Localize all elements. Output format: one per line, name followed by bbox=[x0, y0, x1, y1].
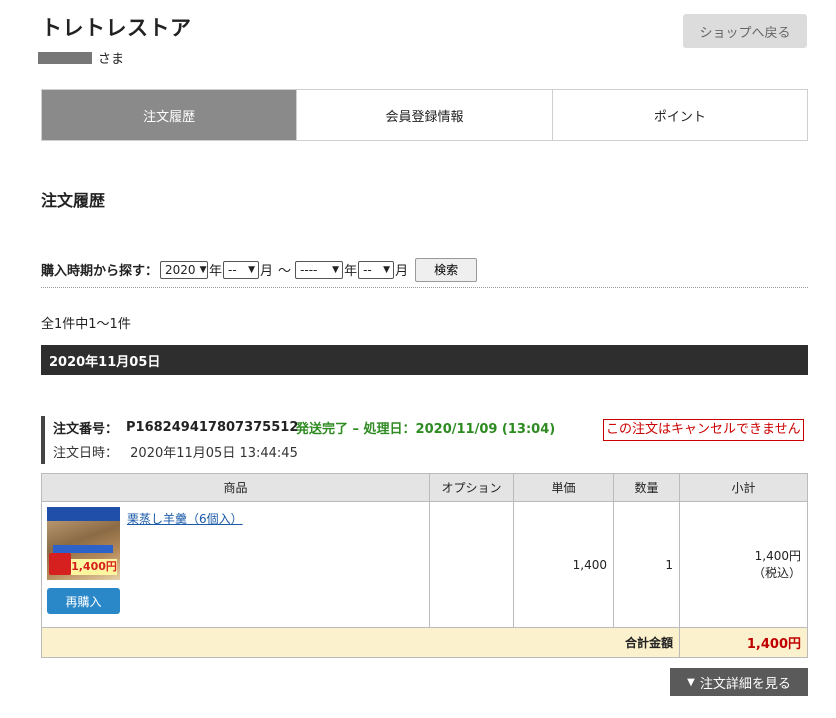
search-button[interactable]: 検索 bbox=[415, 257, 478, 282]
user-greeting: さま bbox=[38, 48, 124, 67]
triangle-down-icon: ▼ bbox=[687, 676, 695, 688]
thumbnail-banner bbox=[47, 507, 120, 521]
order-detail-button[interactable]: ▼ 注文詳細を見る bbox=[670, 668, 808, 696]
table-header-row: 商品 オプション 単価 数量 小計 bbox=[41, 473, 808, 502]
shipping-status: 発送完了 – 処理日：2020/11/09 (13:04) bbox=[296, 422, 556, 437]
tax-note: （税込） bbox=[752, 565, 801, 580]
rebuy-button[interactable]: 再購入 bbox=[47, 588, 120, 614]
month-to-value: -- bbox=[363, 262, 372, 277]
year-to-select[interactable]: ---- ▼ bbox=[295, 260, 344, 279]
header-qty: 数量 bbox=[613, 473, 680, 502]
month-to-select[interactable]: -- ▼ bbox=[358, 260, 395, 279]
year-from-select[interactable]: 2020 ▼ bbox=[160, 260, 209, 279]
year-unit: 年 bbox=[209, 264, 223, 279]
mypage-tabs: 注文履歴 会員登録情報 ポイント bbox=[41, 89, 808, 141]
product-name-link[interactable]: 栗蒸し羊羹（6個入） bbox=[127, 510, 243, 527]
month-unit: 月 bbox=[260, 264, 274, 279]
year-to-value: ---- bbox=[300, 262, 318, 277]
masked-username bbox=[38, 51, 92, 64]
year-from-value: 2020 bbox=[165, 262, 196, 277]
header-option: オプション bbox=[429, 473, 514, 502]
quantity-cell: 1 bbox=[613, 501, 680, 628]
order-header: 注文番号： P168249417807375512 注文日時： 2020年11月… bbox=[41, 416, 298, 464]
unit-price-cell: 1,400 bbox=[513, 501, 614, 628]
user-suffix: さま bbox=[98, 52, 125, 67]
year-unit: 年 bbox=[344, 264, 358, 279]
order-date-header: 2020年11月05日 bbox=[41, 345, 808, 375]
option-cell bbox=[429, 501, 514, 628]
order-items-table: 商品 オプション 単価 数量 小計 1,400円 栗蒸し羊羹（6個入） 再購入 … bbox=[41, 473, 808, 658]
order-number-label: 注文番号： bbox=[53, 421, 119, 437]
month-unit: 月 bbox=[395, 264, 409, 279]
product-cell: 1,400円 栗蒸し羊羹（6個入） 再購入 bbox=[41, 501, 430, 628]
subtotal-cell: 1,400円 （税込） bbox=[679, 501, 808, 628]
chevron-down-icon: ▼ bbox=[248, 264, 256, 275]
tab-points[interactable]: ポイント bbox=[551, 90, 807, 140]
order-date-label: 注文日時： bbox=[53, 446, 119, 461]
chevron-down-icon: ▼ bbox=[383, 264, 391, 275]
range-tilde: ～ bbox=[278, 264, 292, 279]
cancel-unavailable-note: この注文はキャンセルできません bbox=[603, 419, 804, 441]
total-value: 1,400円 bbox=[679, 627, 808, 658]
shop-title: トレトレストア bbox=[41, 16, 192, 40]
thumbnail-badge bbox=[49, 553, 71, 575]
order-detail-label: 注文詳細を見る bbox=[699, 676, 791, 692]
tab-member-info[interactable]: 会員登録情報 bbox=[296, 90, 552, 140]
order-number: P168249417807375512 bbox=[126, 419, 299, 435]
chevron-down-icon: ▼ bbox=[199, 264, 207, 275]
thumbnail-ribbon bbox=[53, 545, 113, 553]
month-from-value: -- bbox=[228, 262, 237, 277]
thumbnail-price: 1,400円 bbox=[71, 559, 117, 575]
header-price: 単価 bbox=[513, 473, 614, 502]
period-search: 購入時期から探す： 2020 ▼ 年 -- ▼ 月 ～ ---- ▼ 年 -- ▼ 月 … bbox=[41, 256, 808, 288]
search-label: 購入時期から探す： bbox=[41, 264, 159, 279]
chevron-down-icon: ▼ bbox=[332, 264, 340, 275]
page-title: 注文履歴 bbox=[41, 191, 106, 210]
header-product: 商品 bbox=[41, 473, 430, 502]
subtotal-value: 1,400円 bbox=[754, 548, 801, 563]
month-from-select[interactable]: -- ▼ bbox=[223, 260, 260, 279]
order-date: 2020年11月05日 13:44:45 bbox=[130, 446, 298, 461]
order-number-line: 注文番号： P168249417807375512 bbox=[53, 416, 298, 438]
product-thumbnail[interactable]: 1,400円 bbox=[47, 507, 120, 580]
result-count: 全1件中1～1件 bbox=[41, 317, 131, 332]
header-subtotal: 小計 bbox=[679, 473, 808, 502]
tab-order-history[interactable]: 注文履歴 bbox=[42, 90, 297, 140]
order-date-line: 注文日時： 2020年11月05日 13:44:45 bbox=[53, 442, 298, 461]
table-row: 1,400円 栗蒸し羊羹（6個入） 再購入 1,400 1 1,400円 （税込… bbox=[41, 501, 808, 628]
total-row: 合計金額 1,400円 bbox=[41, 627, 808, 658]
total-label: 合計金額 bbox=[41, 627, 680, 658]
back-to-shop-button[interactable]: ショップへ戻る bbox=[683, 14, 807, 48]
